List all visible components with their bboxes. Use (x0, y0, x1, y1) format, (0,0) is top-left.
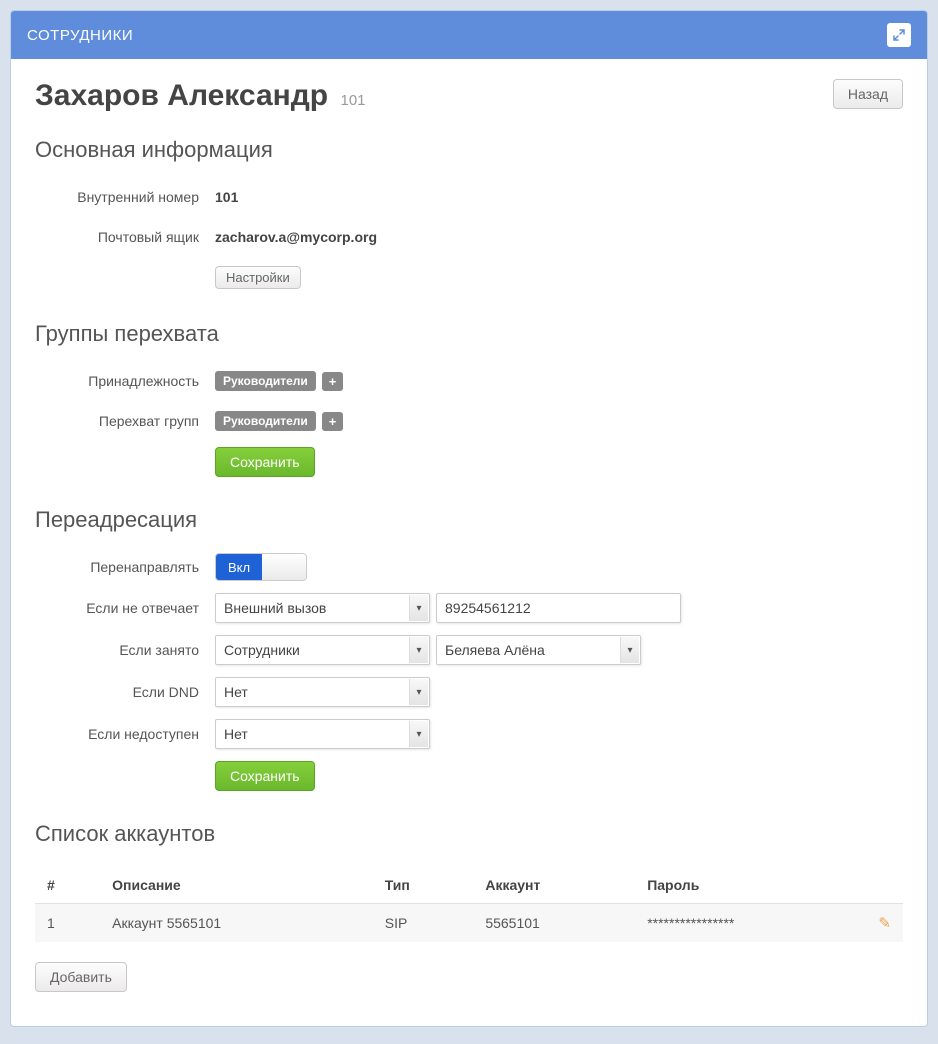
th-desc: Описание (100, 867, 373, 904)
toggle-off-handle (262, 554, 306, 580)
row-redirect: Перенаправлять Вкл (35, 553, 903, 581)
row-busy: Если занято Сотрудники Беляева Алёна (35, 635, 903, 665)
row-pickup-save: Сохранить (35, 447, 903, 477)
section-title-pickup: Группы перехвата (35, 321, 903, 347)
redirect-toggle[interactable]: Вкл (215, 553, 307, 581)
title-row: Захаров Александр 101 Назад (35, 79, 903, 113)
label-unavailable: Если недоступен (35, 726, 215, 742)
busy-type-select[interactable]: Сотрудники (215, 635, 430, 665)
label-busy: Если занято (35, 642, 215, 658)
section-title-accounts: Список аккаунтов (35, 821, 903, 847)
row-extension: Внутренний номер 101 (35, 183, 903, 211)
cell-pass: **************** (635, 904, 863, 943)
add-intercept-button[interactable]: + (322, 412, 344, 431)
row-unavailable: Если недоступен Нет (35, 719, 903, 749)
panel-title: СОТРУДНИКИ (27, 27, 133, 44)
label-membership: Принадлежность (35, 373, 215, 389)
add-account-button[interactable]: Добавить (35, 962, 127, 992)
dnd-select[interactable]: Нет (215, 677, 430, 707)
section-title-basic: Основная информация (35, 137, 903, 163)
panel-body: Захаров Александр 101 Назад Основная инф… (11, 59, 927, 1026)
employee-id: 101 (340, 92, 365, 109)
noanswer-type-select[interactable]: Внешний вызов (215, 593, 430, 623)
label-noanswer: Если не отвечает (35, 600, 215, 616)
row-dnd: Если DND Нет (35, 677, 903, 707)
expand-icon (893, 29, 905, 41)
row-intercept: Перехват групп Руководители + (35, 407, 903, 435)
toggle-on-label: Вкл (216, 554, 262, 580)
panel-header: СОТРУДНИКИ (11, 11, 927, 59)
section-basic-info: Основная информация Внутренний номер 101… (35, 137, 903, 291)
row-settings-btn: Настройки (35, 263, 903, 291)
noanswer-value-input[interactable] (436, 593, 681, 623)
add-membership-button[interactable]: + (322, 372, 344, 391)
section-forwarding: Переадресация Перенаправлять Вкл Если не… (35, 507, 903, 791)
section-title-forwarding: Переадресация (35, 507, 903, 533)
busy-value-select[interactable]: Беляева Алёна (436, 635, 641, 665)
employee-name: Захаров Александр (35, 79, 328, 112)
save-forwarding-button[interactable]: Сохранить (215, 761, 315, 791)
settings-button[interactable]: Настройки (215, 266, 301, 289)
cell-type: SIP (373, 904, 474, 943)
tag-intercept[interactable]: Руководители (215, 411, 316, 431)
back-button[interactable]: Назад (833, 79, 903, 109)
section-accounts: Список аккаунтов # Описание Тип Аккаунт … (35, 821, 903, 992)
section-pickup-groups: Группы перехвата Принадлежность Руководи… (35, 321, 903, 477)
label-mailbox: Почтовый ящик (35, 229, 215, 245)
employee-panel: СОТРУДНИКИ Захаров Александр 101 Назад О… (10, 10, 928, 1027)
row-membership: Принадлежность Руководители + (35, 367, 903, 395)
value-extension: 101 (215, 189, 903, 205)
unavailable-select[interactable]: Нет (215, 719, 430, 749)
expand-button[interactable] (887, 23, 911, 47)
table-row: 1 Аккаунт 5565101 SIP 5565101 **********… (35, 904, 903, 943)
accounts-table: # Описание Тип Аккаунт Пароль 1 Аккаунт … (35, 867, 903, 942)
cell-desc: Аккаунт 5565101 (100, 904, 373, 943)
page-title: Захаров Александр 101 (35, 79, 366, 113)
label-extension: Внутренний номер (35, 189, 215, 205)
th-pass: Пароль (635, 867, 863, 904)
label-intercept: Перехват групп (35, 413, 215, 429)
cell-num: 1 (35, 904, 100, 943)
cell-acct: 5565101 (473, 904, 635, 943)
value-mailbox: zacharov.a@mycorp.org (215, 229, 903, 245)
row-noanswer: Если не отвечает Внешний вызов (35, 593, 903, 623)
th-type: Тип (373, 867, 474, 904)
tag-membership[interactable]: Руководители (215, 371, 316, 391)
th-num: # (35, 867, 100, 904)
row-mailbox: Почтовый ящик zacharov.a@mycorp.org (35, 223, 903, 251)
row-forwarding-save: Сохранить (35, 761, 903, 791)
th-acct: Аккаунт (473, 867, 635, 904)
label-dnd: Если DND (35, 684, 215, 700)
label-redirect: Перенаправлять (35, 559, 215, 575)
edit-icon[interactable]: ✎ (878, 915, 891, 932)
save-pickup-button[interactable]: Сохранить (215, 447, 315, 477)
